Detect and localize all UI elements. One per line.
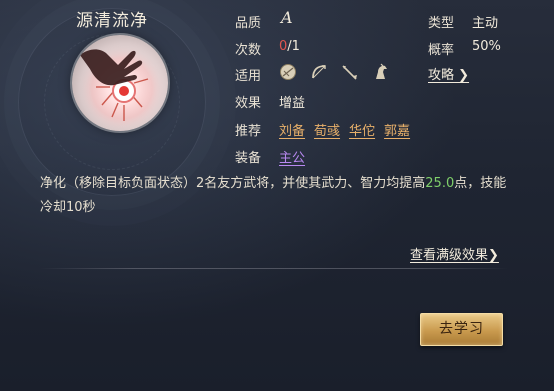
skill-emblem-icon [72, 35, 168, 131]
type-value: 主动 [472, 16, 499, 31]
chevron-right-icon: ❯ [454, 68, 470, 83]
strategy-label: 攻略 [428, 68, 455, 83]
effect-value: 增益 [279, 96, 306, 111]
desc-text-1: 净化（移除目标负面状态）2名友方武将，并使其武力、智力均提高 [40, 176, 426, 191]
view-full-effect-link[interactable]: 查看满级效果❯ [410, 244, 499, 263]
quality-value: A [281, 8, 293, 27]
rate-label: 概率 [428, 43, 455, 58]
equip-label: 装备 [235, 151, 262, 166]
learn-button[interactable]: 去学习 [420, 313, 503, 346]
recommend-label: 推荐 [235, 124, 262, 139]
horse-icon [372, 63, 390, 81]
equip-value: 主公 [279, 147, 305, 166]
desc-highlight-value: 25.0 [425, 176, 455, 191]
spear-icon [341, 63, 359, 81]
skill-name: 源清流净 [76, 11, 148, 31]
full-effect-label: 查看满级效果 [410, 248, 489, 263]
equip-target-link[interactable]: 主公 [279, 151, 305, 166]
skill-description: 净化（移除目标负面状态）2名友方武将，并使其武力、智力均提高25.0点，技能冷却… [40, 172, 510, 220]
recommend-hero-liubei[interactable]: 刘备 [279, 124, 305, 139]
shield-icon [279, 63, 297, 81]
quality-label: 品质 [235, 16, 262, 31]
applicable-icons [279, 62, 390, 82]
effect-label: 效果 [235, 96, 262, 111]
type-label: 类型 [428, 16, 455, 31]
bow-icon [310, 63, 328, 81]
skill-panel: 源清流净 品质 A 类型 主动 次数 0/1 概率 50% 适用 攻略 ❯ 效果… [0, 0, 554, 391]
rate-value: 50% [472, 39, 501, 54]
count-value: 0/1 [279, 39, 300, 54]
recommend-hero-xunyu[interactable]: 荀彧 [314, 124, 340, 139]
divider [40, 268, 508, 269]
strategy-link[interactable]: 攻略 ❯ [428, 64, 469, 83]
chevron-right-icon: ❯ [488, 248, 499, 263]
count-total: /1 [287, 39, 300, 54]
recommend-list: 刘备 荀彧 华佗 郭嘉 [279, 120, 419, 139]
recommend-hero-huatuo[interactable]: 华佗 [349, 124, 375, 139]
recommend-hero-guojia[interactable]: 郭嘉 [384, 124, 410, 139]
count-label: 次数 [235, 43, 262, 58]
applicable-label: 适用 [235, 69, 262, 84]
